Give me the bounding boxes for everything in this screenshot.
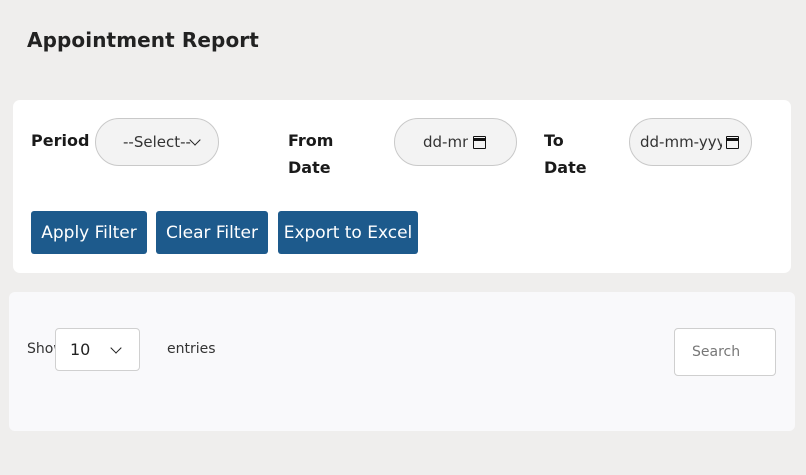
table-panel: Show 10 entries Search (9, 292, 795, 431)
from-date-placeholder: dd-mm-yyyy (423, 133, 468, 151)
clear-filter-button[interactable]: Clear Filter (156, 211, 268, 254)
period-select-value: --Select-- (123, 133, 191, 151)
export-excel-button[interactable]: Export to Excel (278, 211, 418, 254)
to-date-input[interactable]: dd-mm-yyyy (629, 118, 752, 166)
apply-filter-button[interactable]: Apply Filter (31, 211, 147, 254)
filter-panel: Period --Select-- From Date dd-mm-yyyy T… (13, 100, 791, 273)
period-select[interactable]: --Select-- (95, 118, 219, 166)
calendar-icon[interactable] (726, 136, 739, 149)
search-placeholder: Search (692, 344, 741, 360)
from-date-input[interactable]: dd-mm-yyyy (394, 118, 517, 166)
entries-length-select[interactable]: 10 (55, 328, 140, 371)
to-date-label: To Date (544, 131, 587, 177)
to-date-placeholder: dd-mm-yyyy (640, 133, 722, 151)
search-input[interactable]: Search (674, 328, 776, 376)
from-date-label: From Date (288, 131, 334, 177)
chevron-down-icon (110, 342, 122, 354)
entries-length-value: 10 (70, 340, 91, 359)
period-label: Period (31, 131, 90, 150)
page-title: Appointment Report (27, 28, 259, 52)
calendar-icon[interactable] (473, 136, 486, 149)
entries-label: entries (167, 341, 216, 357)
